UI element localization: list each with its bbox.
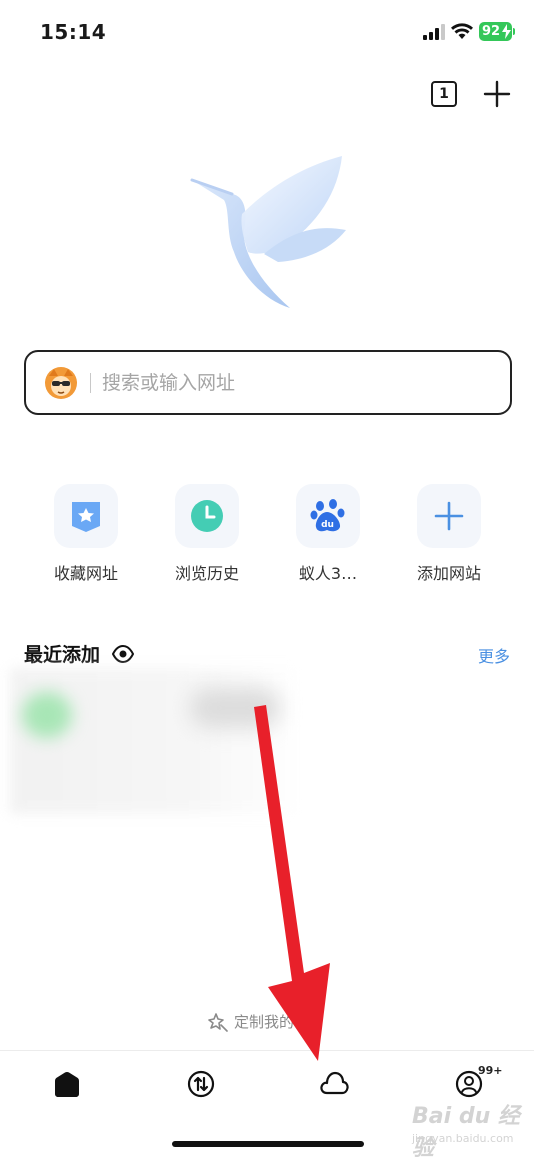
shortcut-label: 收藏网址 [53, 564, 118, 583]
shortcut-tile[interactable] [417, 484, 481, 548]
shortcut-tile[interactable]: du [296, 484, 360, 548]
svg-text:du: du [321, 520, 334, 530]
battery-level: 92 [482, 24, 501, 39]
cloud-icon [320, 1071, 349, 1095]
bookmark-icon [72, 502, 100, 532]
browser-logo-bird-icon [190, 156, 346, 308]
home-icon [55, 1071, 79, 1097]
status-time: 15:14 [40, 20, 107, 44]
trending-icon [187, 1070, 215, 1098]
battery-tip [513, 28, 515, 35]
search-divider [90, 373, 91, 393]
shortcut-history[interactable]: 浏览历史 [157, 484, 257, 584]
new-tab-button[interactable] [483, 80, 511, 108]
tab-discover[interactable] [319, 1069, 349, 1099]
baidu-paw-icon: du [310, 499, 345, 532]
shortcut-add-site[interactable]: 添加网站 [399, 484, 499, 584]
eye-icon[interactable] [112, 643, 134, 665]
watermark-sub: jingyan.baidu.com [412, 1132, 514, 1145]
watermark: Bai du 经验 jingyan.baidu.com [404, 1094, 534, 1158]
shortcut-baidu[interactable]: du 蚁人3… [278, 484, 378, 584]
magic-wand-icon [208, 1013, 228, 1032]
charging-bolt-icon [502, 24, 511, 39]
battery-indicator: 92 [479, 22, 512, 41]
shortcut-label: 添加网站 [416, 564, 481, 583]
tabs-button[interactable]: 1 [431, 81, 457, 107]
shortcut-bookmarks[interactable]: 收藏网址 [36, 484, 136, 584]
recent-section-header: 最近添加 更多 [24, 640, 512, 668]
red-arrow-annotation-icon [254, 705, 330, 1061]
shortcut-tile[interactable] [175, 484, 239, 548]
plus-icon [434, 501, 464, 531]
cellular-signal-icon [423, 24, 445, 40]
recent-title: 最近添加 [24, 644, 101, 666]
clock-icon [191, 500, 223, 532]
home-indicator [172, 1141, 364, 1147]
search-input[interactable] [102, 366, 482, 400]
search-box[interactable] [24, 350, 512, 415]
blurred-site-icon [22, 692, 72, 738]
notification-badge: 99+ [478, 1064, 503, 1077]
assistant-avatar-icon[interactable] [44, 366, 78, 400]
shortcut-label: 蚁人3… [298, 564, 358, 583]
watermark-text: Bai du 经验 [412, 1104, 520, 1158]
wifi-icon [451, 23, 473, 39]
shortcut-label: 浏览历史 [174, 564, 239, 583]
tab-trending[interactable] [186, 1069, 216, 1099]
more-link[interactable]: 更多 [478, 643, 510, 667]
shortcut-tile[interactable] [54, 484, 118, 548]
tab-count: 1 [439, 86, 449, 102]
tab-home[interactable] [52, 1069, 82, 1099]
status-bar: 15:14 92 [0, 0, 534, 60]
